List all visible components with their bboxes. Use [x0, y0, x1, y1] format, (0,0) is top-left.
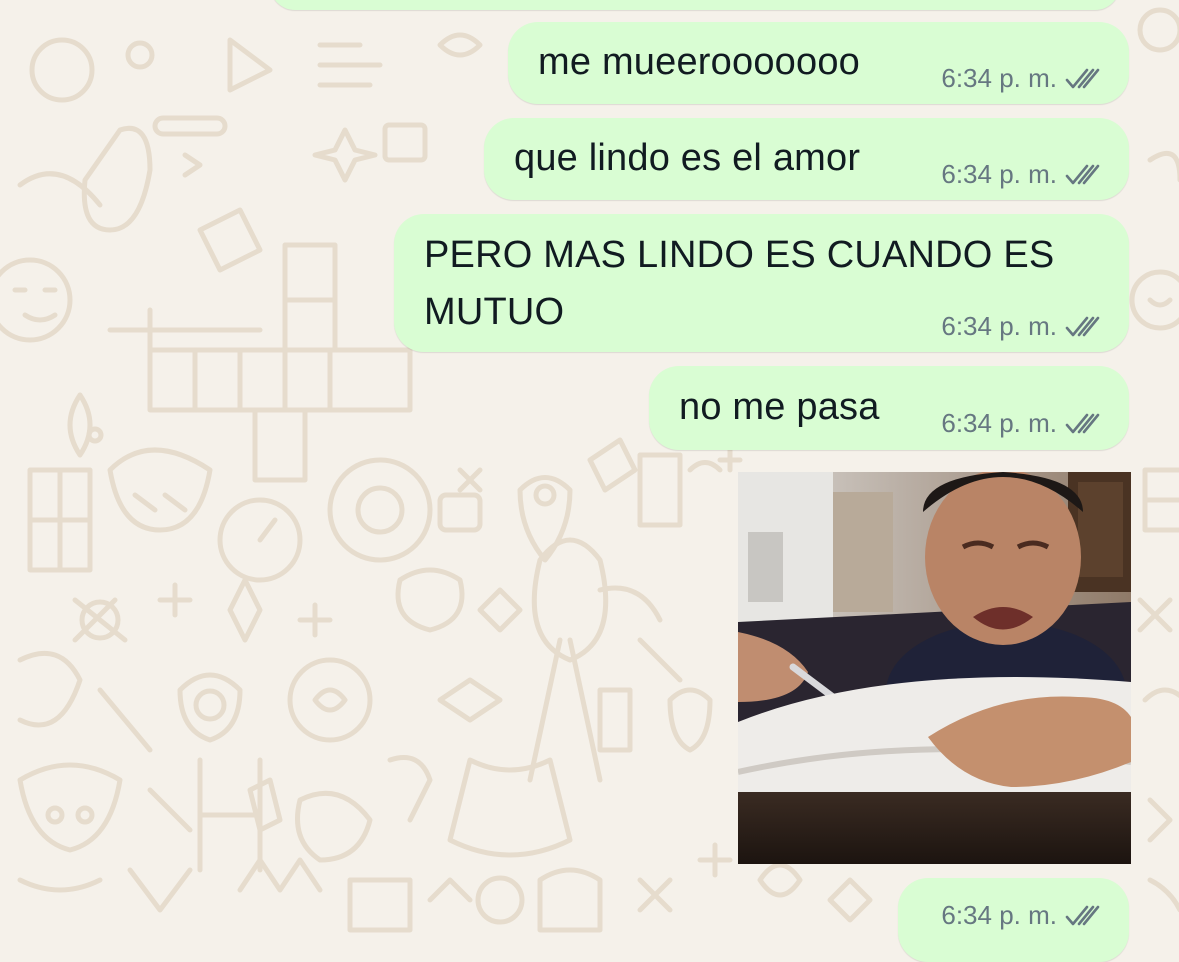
message-text: no me pasa — [679, 386, 880, 428]
media-timestamp-bubble: 6:34 p. m. — [898, 878, 1129, 962]
image-message[interactable] — [738, 472, 1131, 864]
message-meta: 6:34 p. m. — [941, 159, 1101, 190]
outgoing-message-bubble[interactable]: PERO MAS LINDO ES CUANDO ES MUTUO 6:34 p… — [394, 214, 1129, 352]
message-time: 6:34 p. m. — [941, 311, 1057, 341]
message-time: 6:34 p. m. — [941, 408, 1057, 438]
outgoing-message-bubble[interactable]: me mueerooooooo 6:34 p. m. — [508, 22, 1129, 104]
double-check-read-icon — [1065, 68, 1101, 90]
message-text: que lindo es el amor — [514, 137, 861, 179]
message-meta: 6:34 p. m. — [941, 900, 1101, 931]
double-check-read-icon — [1065, 905, 1101, 927]
message-meta: 6:34 p. m. — [941, 63, 1101, 94]
message-meta: 6:34 p. m. — [941, 311, 1101, 342]
double-check-read-icon — [1065, 413, 1101, 435]
double-check-read-icon — [1065, 316, 1101, 338]
message-time: 6:34 p. m. — [941, 159, 1057, 189]
message-time: 6:34 p. m. — [941, 900, 1057, 930]
message-meta: 6:34 p. m. — [941, 408, 1101, 439]
outgoing-message-bubble[interactable]: no me pasa 6:34 p. m. — [649, 366, 1129, 450]
previous-message-bubble-edge — [270, 0, 1120, 10]
outgoing-message-bubble[interactable]: que lindo es el amor 6:34 p. m. — [484, 118, 1129, 200]
crying-child-image — [738, 472, 1131, 864]
double-check-read-icon — [1065, 164, 1101, 186]
message-text: me mueerooooooo — [538, 41, 860, 83]
message-time: 6:34 p. m. — [941, 63, 1057, 93]
